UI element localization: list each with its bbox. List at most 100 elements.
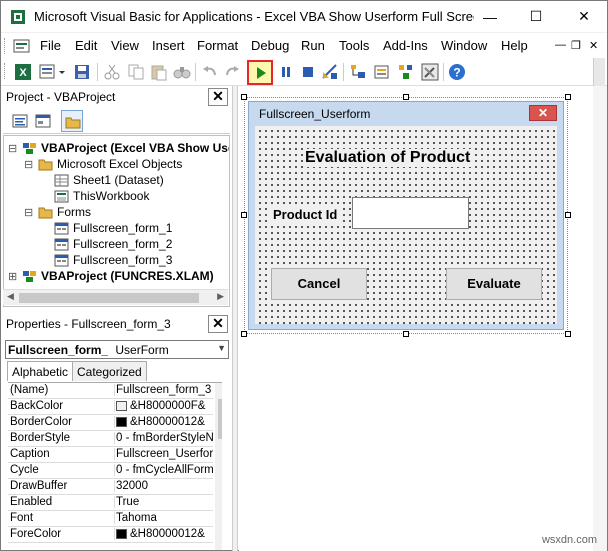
evaluate-button[interactable]: Evaluate — [446, 268, 542, 300]
properties-vscroll[interactable] — [215, 383, 222, 550]
menu-view[interactable]: View — [111, 38, 139, 53]
excel-icon[interactable]: X — [14, 63, 32, 81]
menu-file[interactable]: File — [40, 38, 61, 53]
collapse-icon[interactable]: ⊟ — [24, 206, 36, 219]
resize-handle[interactable] — [403, 94, 409, 100]
tree-item[interactable]: ⊞ VBAProject (FUNCRES.XLAM) — [8, 268, 214, 284]
mdi-restore-button[interactable]: ❐ — [571, 39, 581, 52]
mdi-close-button[interactable]: ✕ — [589, 39, 598, 52]
properties-window-icon[interactable] — [373, 63, 391, 81]
scroll-thumb[interactable] — [218, 399, 222, 439]
object-selector-dropdown[interactable]: Fullscreen_form_ UserForm ▼ — [5, 340, 229, 359]
paste-icon[interactable] — [150, 63, 168, 81]
resize-handle[interactable] — [565, 212, 571, 218]
cancel-button[interactable]: Cancel — [271, 268, 367, 300]
chevron-down-icon[interactable]: ▼ — [217, 343, 226, 353]
menu-tools[interactable]: Tools — [339, 38, 369, 53]
project-explorer-icon[interactable] — [349, 63, 367, 81]
break-icon[interactable] — [277, 63, 295, 81]
run-button-highlight[interactable] — [247, 60, 273, 85]
cut-icon[interactable] — [103, 63, 121, 81]
view-object-icon[interactable] — [35, 113, 51, 129]
menu-debug[interactable]: Debug — [251, 38, 289, 53]
toolbar-overflow-scroll[interactable] — [593, 58, 605, 86]
scroll-thumb[interactable] — [19, 293, 199, 303]
property-row[interactable]: Caption Fullscreen_Userforn — [8, 447, 213, 463]
tree-item[interactable]: ⊟ VBAProject (Excel VBA Show Use — [8, 140, 229, 156]
tree-item[interactable]: Fullscreen_form_1 — [54, 220, 172, 236]
property-value[interactable]: Fullscreen_Userforn — [114, 448, 213, 460]
close-button[interactable]: ✕ — [561, 1, 607, 32]
project-panel-close-button[interactable]: ✕ — [208, 88, 228, 106]
property-value[interactable]: &H80000012& — [114, 528, 213, 540]
property-row[interactable]: Enabled True — [8, 495, 213, 511]
property-value[interactable]: Tahoma — [114, 512, 213, 524]
property-value[interactable]: 0 - fmCycleAllForms — [114, 464, 213, 476]
menu-window[interactable]: Window — [441, 38, 487, 53]
evaluation-heading-label[interactable]: Evaluation of Product — [303, 149, 473, 167]
chevron-down-icon[interactable] — [57, 63, 67, 81]
help-icon[interactable]: ? — [448, 63, 466, 81]
resize-handle[interactable] — [241, 212, 247, 218]
copy-icon[interactable] — [127, 63, 145, 81]
userform[interactable]: Fullscreen_Userform ✕ Evaluation of Prod… — [248, 101, 564, 330]
view-code-icon[interactable] — [12, 113, 28, 129]
property-row[interactable]: (Name) Fullscreen_form_3 — [8, 383, 213, 399]
menu-help[interactable]: Help — [501, 38, 528, 53]
toggle-folders-button[interactable] — [61, 110, 83, 132]
reset-icon[interactable] — [299, 63, 317, 81]
userform-client-area[interactable]: Evaluation of Product Product Id Cancel … — [255, 126, 557, 324]
resize-handle[interactable] — [565, 94, 571, 100]
mdi-minimize-button[interactable]: — — [555, 39, 566, 51]
property-row[interactable]: BorderStyle 0 - fmBorderStyleNo — [8, 431, 213, 447]
find-icon[interactable] — [173, 63, 191, 81]
menu-run[interactable]: Run — [301, 38, 325, 53]
property-value[interactable]: &H8000000F& — [114, 400, 213, 412]
property-row[interactable]: DrawBuffer 32000 — [8, 479, 213, 495]
toolbox-icon[interactable] — [421, 63, 439, 81]
menu-insert[interactable]: Insert — [152, 38, 185, 53]
userform-close-button[interactable]: ✕ — [529, 105, 557, 121]
tree-item[interactable]: Fullscreen_form_3 — [54, 252, 172, 268]
maximize-button[interactable]: ☐ — [513, 1, 559, 32]
project-tree-hscroll[interactable]: ◀ ▶ — [3, 289, 228, 305]
property-value[interactable]: &H80000012& — [114, 416, 213, 428]
resize-handle[interactable] — [403, 331, 409, 337]
menu-edit[interactable]: Edit — [75, 38, 97, 53]
resize-handle[interactable] — [241, 94, 247, 100]
menu-format[interactable]: Format — [197, 38, 238, 53]
tree-item[interactable]: ⊟ Forms — [24, 204, 91, 220]
expand-icon[interactable]: ⊞ — [8, 270, 20, 283]
panel-splitter[interactable] — [232, 86, 238, 551]
save-icon[interactable] — [73, 63, 91, 81]
undo-icon[interactable] — [201, 63, 219, 81]
design-mode-icon[interactable] — [321, 63, 339, 81]
tree-item[interactable]: Sheet1 (Dataset) — [54, 172, 164, 188]
resize-handle[interactable] — [565, 331, 571, 337]
property-row[interactable]: BorderColor &H80000012& — [8, 415, 213, 431]
property-value[interactable]: Fullscreen_form_3 — [114, 384, 213, 396]
resize-handle[interactable] — [241, 331, 247, 337]
product-id-textbox[interactable] — [352, 197, 469, 229]
insert-icon[interactable] — [39, 63, 57, 81]
product-id-label[interactable]: Product Id — [271, 207, 340, 222]
property-value[interactable]: 32000 — [114, 480, 213, 492]
menu-grip[interactable] — [4, 38, 7, 54]
collapse-icon[interactable]: ⊟ — [24, 158, 36, 171]
menu-addins[interactable]: Add-Ins — [383, 38, 428, 53]
vba-menu-icon[interactable] — [13, 38, 31, 54]
tree-item[interactable]: ⊟ Microsoft Excel Objects — [24, 156, 182, 172]
property-row[interactable]: BackColor &H8000000F& — [8, 399, 213, 415]
toolbar-grip[interactable] — [4, 63, 7, 79]
property-row[interactable]: Cycle 0 - fmCycleAllForms — [8, 463, 213, 479]
object-browser-icon[interactable] — [397, 63, 415, 81]
property-value[interactable]: 0 - fmBorderStyleNo — [114, 432, 213, 444]
tab-alphabetic[interactable]: Alphabetic — [7, 361, 74, 381]
run-icon[interactable] — [254, 66, 268, 80]
property-row[interactable]: Font Tahoma — [8, 511, 213, 527]
tree-item[interactable]: Fullscreen_form_2 — [54, 236, 172, 252]
property-value[interactable]: True — [114, 496, 213, 508]
property-row[interactable]: ForeColor &H80000012& — [8, 527, 213, 543]
minimize-button[interactable]: — — [467, 1, 513, 32]
tab-categorized[interactable]: Categorized — [72, 361, 147, 381]
